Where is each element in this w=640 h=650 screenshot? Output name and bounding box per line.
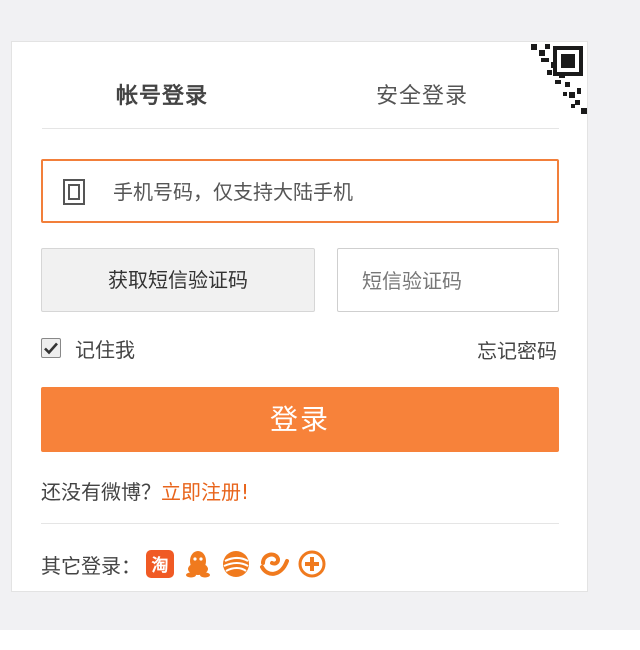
register-link[interactable]: 立即注册! xyxy=(161,480,249,504)
sms-code-field[interactable] xyxy=(337,248,559,313)
phone-input[interactable] xyxy=(111,161,545,223)
other-login: 其它登录： 淘 xyxy=(41,546,335,582)
phone-field[interactable] xyxy=(41,159,559,223)
qr-code-corner-icon[interactable] xyxy=(511,42,587,118)
register-prompt: 还没有微博？ xyxy=(41,480,161,504)
login-tabs: 帐号登录 安全登录 xyxy=(42,42,559,129)
bottom-strip xyxy=(0,630,640,650)
get-sms-code-button[interactable]: 获取短信验证码 xyxy=(41,248,315,312)
register-line: 还没有微博？立即注册! xyxy=(41,476,249,505)
remember-label: 记住我 xyxy=(75,337,135,362)
forgot-password-link[interactable]: 忘记密码 xyxy=(477,335,557,364)
sms-code-input[interactable] xyxy=(360,249,554,313)
add-icon[interactable] xyxy=(297,549,327,579)
other-login-label: 其它登录： xyxy=(41,553,141,578)
login-panel: 帐号登录 安全登录 手机号码，仅支持大陆手机 获取短信验证码 短信验证码 记住我… xyxy=(11,41,588,592)
remember-checkbox[interactable] xyxy=(41,338,61,358)
remember-me[interactable]: 记住我 xyxy=(41,336,135,362)
taobao-glyph: 淘 xyxy=(152,555,169,576)
tab-secure-login[interactable]: 安全登录 xyxy=(376,78,468,110)
phone-icon xyxy=(63,179,85,205)
check-icon xyxy=(44,342,58,355)
divider xyxy=(41,523,559,524)
china-mobile-icon[interactable] xyxy=(221,549,251,579)
qq-icon[interactable] xyxy=(183,549,213,579)
taobao-icon[interactable]: 淘 xyxy=(145,549,175,579)
login-button[interactable]: 登录 xyxy=(41,387,559,452)
tab-account-login[interactable]: 帐号登录 xyxy=(116,78,208,110)
tianyi-icon[interactable] xyxy=(259,549,289,579)
